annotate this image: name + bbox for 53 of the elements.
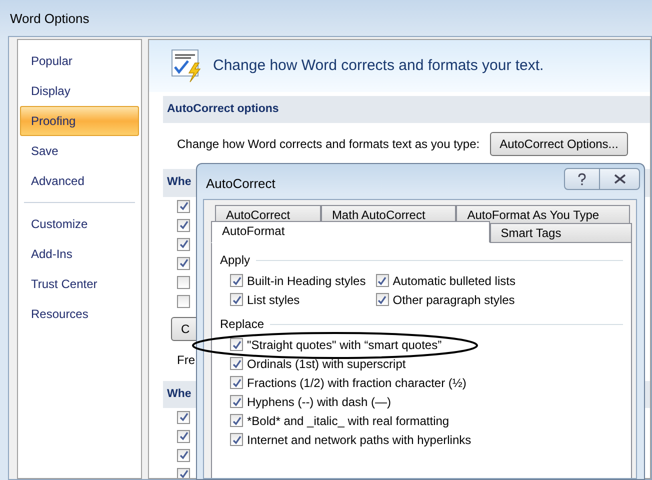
sidebar-item[interactable]: Display [20,76,139,106]
close-icon [614,174,626,184]
question-mark-icon [577,172,587,186]
sidebar-item[interactable]: Customize [20,209,139,239]
option-label: Automatic bulleted lists [392,272,516,290]
sidebar-item[interactable]: Add-Ins [20,239,139,269]
sidebar-item[interactable]: Resources [20,299,139,329]
option-label: Fre [177,352,195,366]
sidebar-item[interactable]: Proofing [20,106,139,136]
checkbox[interactable] [177,238,190,250]
checkbox[interactable] [177,448,190,462]
checkbox[interactable] [177,410,190,424]
checkbox[interactable] [230,357,243,370]
tab[interactable]: AutoFormat [211,221,490,243]
help-button[interactable] [564,168,600,190]
sidebar-item[interactable]: Trust Center [20,269,139,299]
checkbox[interactable] [230,376,243,389]
checkbox[interactable] [230,395,243,408]
checkbox[interactable] [177,218,190,232]
option-label: Ordinals (1st) with superscript [247,356,406,372]
checkbox[interactable] [177,294,190,308]
group-label: Apply [220,252,250,269]
checkbox[interactable] [177,200,190,212]
option-label: List styles [247,292,300,308]
window-title: Word Options [9,10,90,28]
autocorrect-options-button[interactable]: AutoCorrect Options... [490,132,628,156]
checkbox[interactable] [230,433,243,446]
option-label: "Straight quotes" with “smart quotes” [247,336,442,354]
checkbox[interactable] [230,414,243,427]
option-label: Internet and network paths with hyperlinks [247,432,472,448]
sidebar-item[interactable]: Advanced [20,166,139,196]
group-label: Replace [220,316,264,333]
checkbox[interactable] [230,293,243,306]
close-button[interactable] [600,168,640,190]
dialog-title: AutoCorrect [206,175,276,193]
checkbox[interactable] [177,430,190,443]
section-heading: AutoCorrect options [163,96,650,124]
description-text: Change how Word corrects and formats text as you type: [177,136,480,154]
option-label: Hyphens (--) with dash (—) [247,394,392,410]
checkbox[interactable] [177,256,190,270]
option-label: Other paragraph styles [392,292,515,308]
checkbox[interactable] [376,293,389,306]
checkbox[interactable] [230,274,243,287]
sidebar-item[interactable]: Save [20,136,139,166]
option-label: Built-in Heading styles [247,272,366,290]
checkbox[interactable] [177,276,190,288]
header-title: Change how Word corrects and formats your text. [213,56,544,76]
option-label: *Bold* and _italic_ with real formatting [247,412,450,430]
checkbox[interactable] [230,338,243,351]
checkbox[interactable] [177,468,190,478]
checkbox[interactable] [376,274,389,287]
sidebar-item[interactable]: Popular [20,46,139,76]
tab[interactable]: Smart Tags [490,223,632,243]
